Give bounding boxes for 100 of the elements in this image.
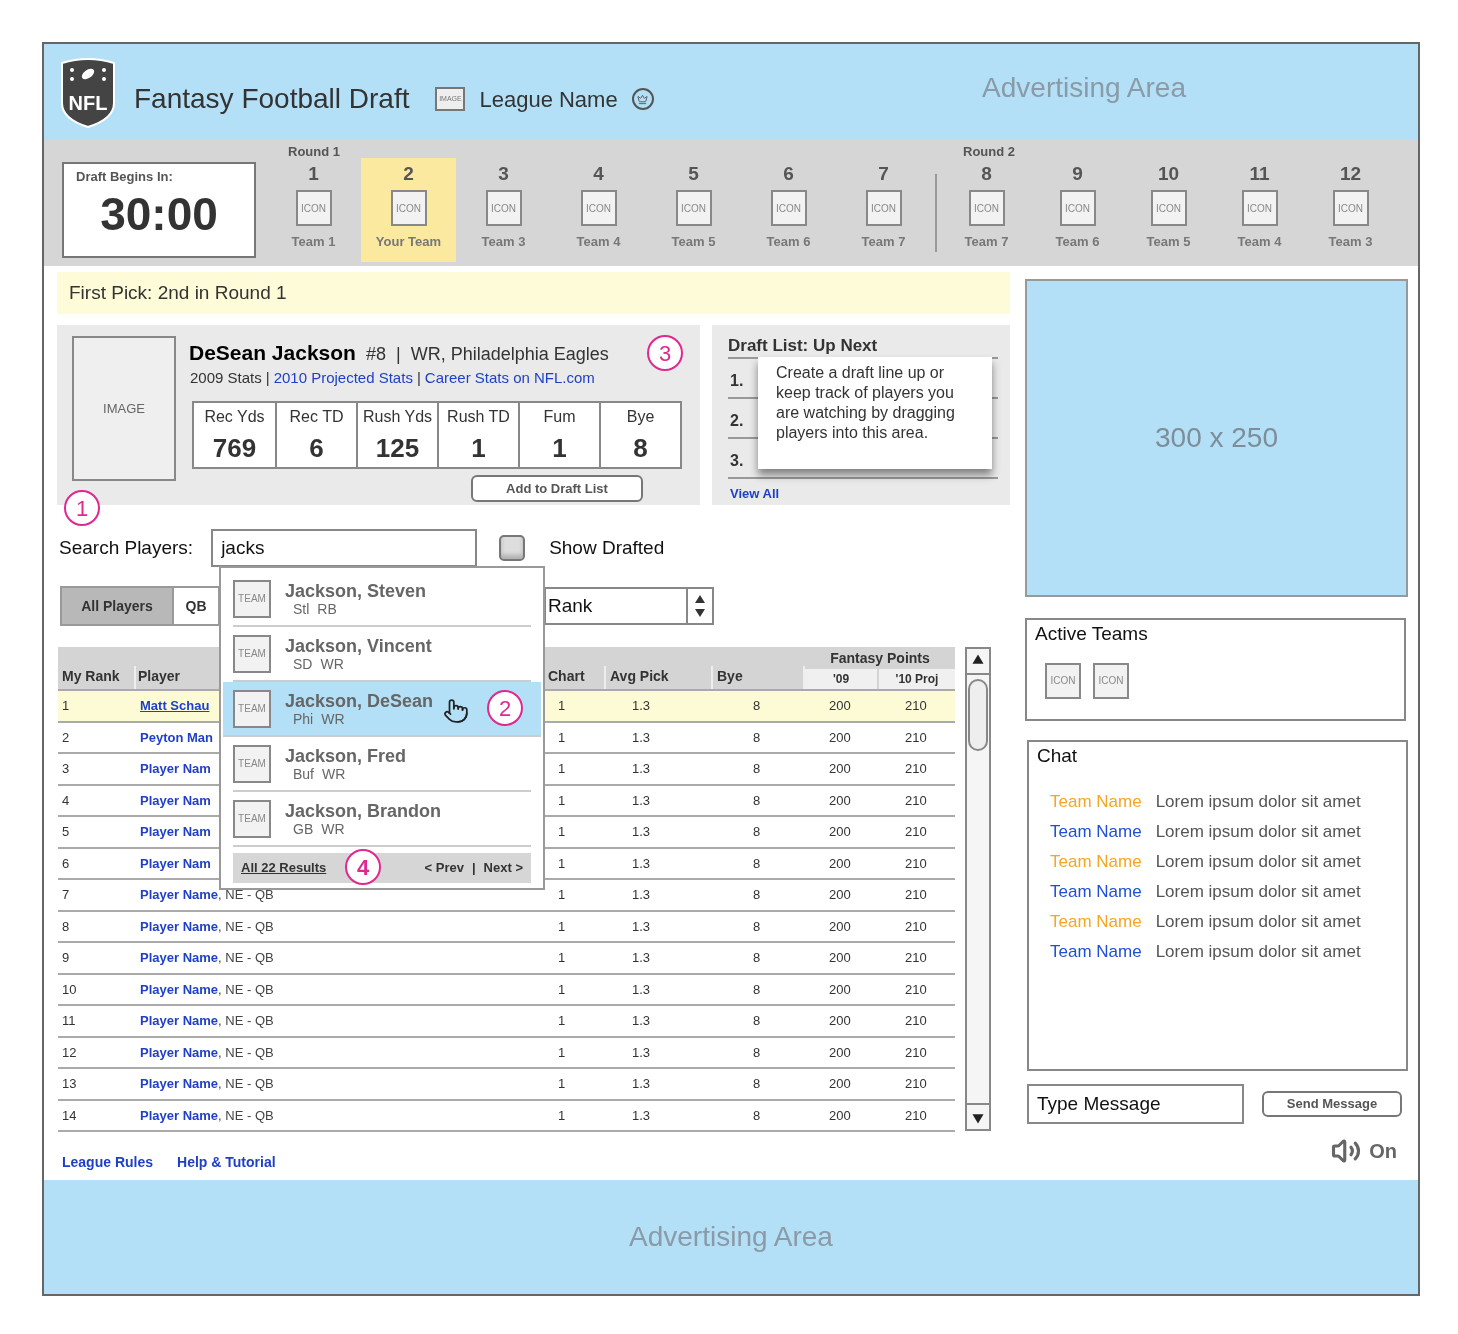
next-link[interactable]: Next > — [483, 858, 523, 878]
position-tab[interactable]: All Players — [62, 588, 172, 624]
tooltip: Create a draft line up or keep track of players you are watching by dragging players into this area. — [758, 357, 992, 469]
draft-pick[interactable]: 7 ICON Team 7 — [836, 158, 931, 262]
draft-pick[interactable]: 3 ICON Team 3 — [456, 158, 551, 262]
view-all-link[interactable]: View All — [730, 484, 780, 504]
search-field[interactable]: jacks — [211, 529, 478, 567]
search-result-item[interactable]: TEAM Jackson, Steven Stl RB — [233, 572, 531, 627]
player-link[interactable]: Player Name — [140, 918, 219, 934]
send-message-button[interactable]: Send Message — [1262, 1091, 1402, 1117]
player-link[interactable]: Player Nam — [140, 855, 211, 871]
footer-link[interactable]: Help & Tutorial — [177, 1152, 276, 1173]
ad-banner: 300 x 250 — [1025, 279, 1408, 597]
search-result-item[interactable]: TEAM Jackson, Fred Buf WR — [233, 737, 531, 792]
table-cell-text: 1 — [557, 1012, 567, 1030]
table-cell-text: 200 — [828, 697, 852, 715]
table-cell-text: 210 — [904, 760, 928, 778]
table-cell-text: 8 — [752, 760, 762, 778]
draft-pick[interactable]: 8 ICON Team 7 — [941, 158, 1032, 262]
table-cell-text: 8 — [752, 1075, 762, 1093]
team-icon: ICON — [865, 190, 902, 226]
table-cell-text: 210 — [904, 854, 928, 873]
team-position: , NE - QB — [218, 887, 274, 902]
table-cell-text: 8 — [752, 886, 762, 904]
player-link[interactable]: Player Name — [140, 950, 219, 965]
result-position: WR — [321, 820, 345, 837]
add-to-draft-list-button[interactable]: Add to Draft List — [471, 475, 643, 502]
player-link[interactable]: Player Name — [140, 887, 219, 902]
table-cell-text: 1.3 — [631, 728, 652, 747]
draft-pick[interactable]: 10 ICON Team 5 — [1123, 158, 1214, 262]
search-result-item[interactable]: TEAM Jackson, Brandon GB WR — [233, 792, 531, 847]
draft-pick[interactable]: 12 ICON Team 3 — [1305, 158, 1396, 262]
table-cell-text: 8 — [752, 1106, 762, 1125]
chat-message: Lorem ipsum dolor sit amet — [1155, 910, 1361, 933]
draft-pick[interactable]: 11 ICON Team 4 — [1214, 158, 1305, 262]
result-position: RB — [317, 600, 337, 617]
player-link[interactable]: Player Name — [140, 1044, 219, 1060]
league-name: League Name — [479, 85, 618, 114]
rank-cell-text: 1 — [61, 697, 71, 715]
table-cell-text: 200 — [828, 791, 852, 810]
draft-pick[interactable]: 9 ICON Team 6 — [1032, 158, 1123, 262]
stat-label: Rush Yds — [362, 407, 433, 427]
scrollbar[interactable] — [965, 647, 991, 1131]
rank-cell-text: 7 — [61, 886, 71, 904]
rank-cell-text: 9 — [61, 949, 71, 967]
player-link[interactable]: Player Nam — [140, 792, 211, 808]
player-link[interactable]: Player Nam — [140, 761, 211, 776]
draft-pick[interactable]: 6 ICON Team 6 — [741, 158, 836, 262]
chat-message: Lorem ipsum dolor sit amet — [1155, 880, 1361, 903]
hand-cursor-icon — [443, 698, 469, 724]
player-link[interactable]: Player Name — [140, 1076, 219, 1091]
table-cell-text: 200 — [828, 1043, 852, 1062]
stat-label: Rec Yds — [204, 407, 265, 427]
table-cell-text: 1 — [557, 854, 567, 873]
logo: NFL — [58, 55, 118, 129]
player-link[interactable]: Player Name — [140, 1013, 219, 1028]
table-cell-text: 200 — [828, 760, 852, 778]
footer-link[interactable]: League Rules — [62, 1152, 154, 1173]
draft-pick[interactable]: 2 ICON Your Team — [361, 158, 456, 262]
table-cell-text: 210 — [904, 1106, 928, 1125]
player-link[interactable]: Player Nam — [140, 824, 211, 839]
table-cell-text: 1.3 — [631, 917, 652, 936]
table-cell-text: 8 — [752, 728, 762, 747]
sound-label: On — [1369, 1139, 1397, 1164]
stat-label: Fum — [543, 407, 576, 427]
draft-pick[interactable]: 1 ICON Team 1 — [266, 158, 361, 262]
team-position: , NE - QB — [218, 1013, 274, 1028]
table-cell-text: 1 — [557, 697, 567, 715]
table-cell-text: 1.3 — [631, 980, 652, 999]
search-result-item[interactable]: TEAM Jackson, DeSean Phi WR 2 — [223, 682, 541, 737]
draft-pick[interactable]: 4 ICON Team 4 — [551, 158, 646, 262]
checkbox[interactable] — [499, 535, 526, 561]
rank-cell-text: 6 — [61, 854, 71, 873]
table-cell-text: 210 — [904, 917, 928, 936]
chat-team-name: Team Name — [1050, 910, 1142, 933]
player-link[interactable]: Matt Schau — [140, 698, 210, 713]
table-cell-text: 8 — [752, 1043, 762, 1062]
team-icon: ICON — [1332, 190, 1369, 226]
speaker-icon[interactable] — [1331, 1136, 1362, 1166]
table-cell-text: 1.3 — [631, 1043, 652, 1062]
prev-link[interactable]: < Prev — [424, 858, 464, 878]
message-field[interactable]: Type Message — [1027, 1084, 1244, 1124]
player-link[interactable]: Player Name — [140, 981, 219, 997]
stats-link[interactable]: Career Stats on NFL.com — [424, 367, 595, 390]
draft-pick[interactable]: 5 ICON Team 5 — [646, 158, 741, 262]
countdown-label: Draft Begins In: — [76, 168, 173, 186]
chat-team-name: Team Name — [1050, 790, 1142, 813]
all-results-link[interactable]: All 22 Results — [241, 858, 327, 878]
table-cell-text: 210 — [904, 697, 928, 715]
advertising-area: Advertising Area — [982, 67, 1186, 109]
table-cell-text: 8 — [752, 949, 762, 967]
stats-link[interactable]: 2010 Projected Stats — [273, 367, 413, 390]
team-icon: ICON — [770, 190, 807, 226]
table-cell-text: 8 — [752, 854, 762, 873]
player-link[interactable]: Peyton Man — [140, 729, 213, 745]
result-name: Jackson, Vincent — [285, 635, 432, 656]
player-link[interactable]: Player Name — [140, 1107, 219, 1123]
annotation-marker: 2 — [487, 690, 523, 726]
team-position: , NE - QB — [218, 1044, 274, 1060]
scroll-thumb[interactable] — [968, 679, 988, 751]
